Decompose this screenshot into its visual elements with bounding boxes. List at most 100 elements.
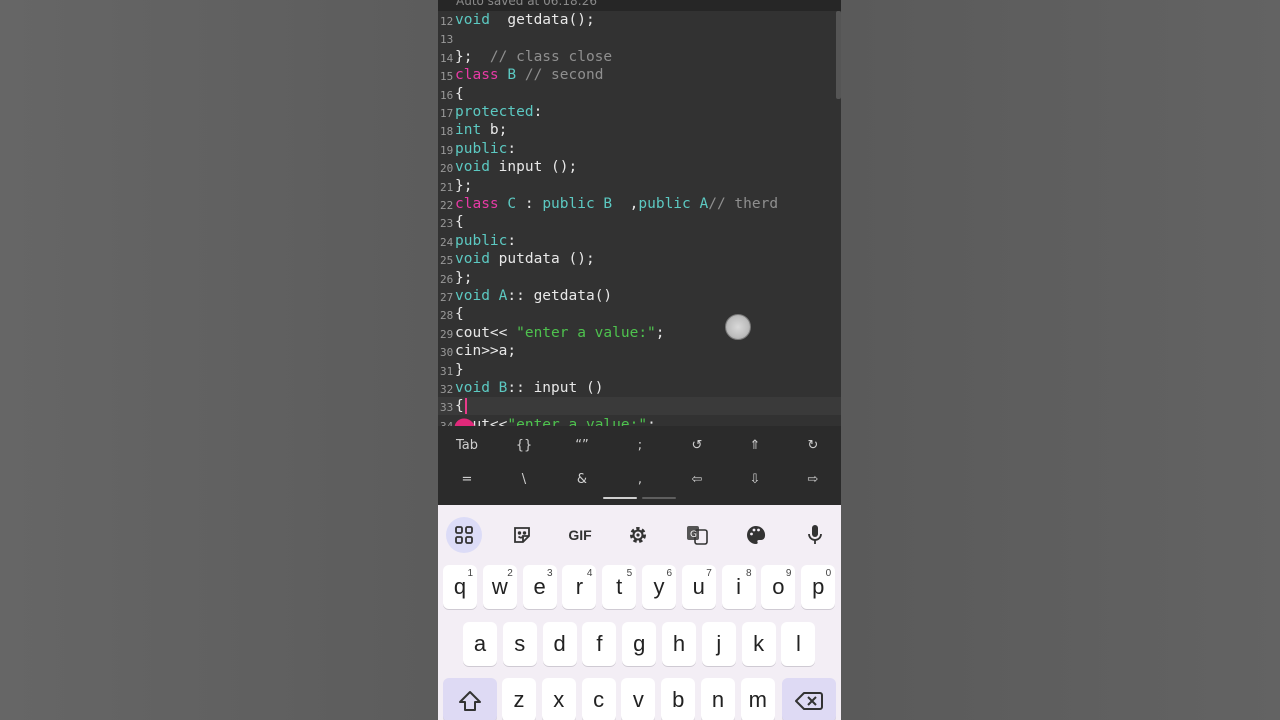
key-y[interactable]: y6 [642, 565, 676, 609]
symbol-key[interactable]: \ [495, 465, 553, 495]
code-line-22[interactable]: 22 class C : public B ,public A// therd [438, 195, 841, 213]
code-line-28[interactable]: 28{ [438, 305, 841, 323]
code-line-12[interactable]: 12 void getdata(); [438, 11, 841, 29]
shift-key[interactable] [443, 678, 497, 720]
code-line-14[interactable]: 14}; // class close [438, 48, 841, 66]
key-c[interactable]: c [581, 678, 616, 720]
key-w[interactable]: w2 [482, 565, 517, 609]
code-line-26[interactable]: 26}; [438, 269, 841, 287]
svg-text:G: G [690, 530, 697, 540]
code-text: { [455, 85, 464, 102]
key-n[interactable]: n [701, 678, 735, 720]
code-line-20[interactable]: 20 void input (); [438, 158, 841, 176]
code-line-27[interactable]: 27 void A:: getdata() [438, 287, 841, 305]
code-text: { [455, 306, 464, 323]
code-text: protected: [455, 104, 543, 120]
code-text: class C : public B ,public A// therd [455, 196, 779, 212]
gif-icon[interactable]: GIF [562, 517, 598, 553]
key-z[interactable]: z [502, 678, 536, 720]
symbol-key[interactable]: , [611, 465, 669, 495]
code-text: public: [455, 232, 517, 249]
key-i[interactable]: i8 [721, 565, 756, 609]
code-line-21[interactable]: 21}; [438, 177, 841, 195]
code-line-18[interactable]: 18 int b; [438, 121, 841, 139]
code-text: int b; [455, 122, 508, 139]
key-e[interactable]: e3 [522, 565, 557, 609]
line-number: 33 [440, 401, 454, 415]
key-b[interactable]: b [661, 678, 696, 720]
code-line-24[interactable]: 24 public: [438, 232, 841, 250]
backspace-key[interactable] [782, 678, 836, 720]
code-text: public: [455, 140, 517, 157]
gear-icon[interactable] [620, 517, 656, 553]
line-number: 28 [440, 309, 454, 323]
code-text: cout<<"enter a value:"; [455, 416, 656, 426]
symbol-key[interactable]: ⇩ [726, 465, 784, 495]
key-g[interactable]: g [622, 622, 657, 666]
code-line-31[interactable]: 31} [438, 361, 841, 379]
key-l[interactable]: l [781, 622, 816, 666]
line-number: 14 [440, 51, 454, 65]
line-number: 24 [440, 235, 454, 249]
key-o[interactable]: o9 [761, 565, 796, 609]
microphone-icon[interactable] [797, 517, 833, 553]
key-a[interactable]: a [463, 622, 497, 666]
code-line-15[interactable]: 15 class B // second [438, 66, 841, 84]
key-f[interactable]: f [582, 622, 617, 666]
left-backdrop [0, 0, 438, 720]
code-line-17[interactable]: 17 protected: [438, 103, 841, 121]
symbol-key[interactable]: ; [611, 431, 669, 461]
symbol-key[interactable]: Tab [438, 431, 496, 461]
line-number: 15 [440, 70, 454, 84]
symbol-toolbar: Tab{} “”; ↺ ⇑ ↻ = \ &, ⇦ ⇩ ⇨ [438, 426, 841, 505]
symbol-key[interactable]: “” [553, 431, 611, 461]
key-v[interactable]: v [621, 678, 656, 720]
key-j[interactable]: j [701, 622, 736, 666]
key-x[interactable]: x [541, 678, 576, 720]
symbol-key[interactable]: ⇦ [668, 465, 726, 495]
code-text: }; [455, 177, 473, 194]
code-line-13[interactable]: 13 [438, 29, 841, 47]
soft-keyboard: GIF G q1w2e3r4t5y6u7i8o9p0 asdfghjkl zxcvb… [438, 505, 841, 720]
code-line-23[interactable]: 23{ [438, 213, 841, 231]
symbol-key[interactable]: ⇨ [784, 465, 841, 495]
key-k[interactable]: k [741, 622, 776, 666]
key-q[interactable]: q1 [443, 565, 477, 609]
code-line-16[interactable]: 16{ [438, 85, 841, 103]
code-text: class B // second [455, 67, 604, 84]
translate-icon[interactable]: G [679, 517, 715, 553]
code-editor[interactable]: 12 void getdata(); 13 14}; // class close 15… [438, 11, 841, 426]
key-m[interactable]: m [740, 678, 775, 720]
line-number: 31 [440, 364, 454, 378]
text-cursor [464, 398, 467, 415]
code-line-32[interactable]: 32 void B:: input () [438, 379, 841, 397]
symbol-key[interactable]: = [438, 465, 496, 495]
code-line-25[interactable]: 25 void putdata (); [438, 250, 841, 268]
code-text: void getdata(); [455, 12, 595, 28]
key-r[interactable]: r4 [562, 565, 597, 609]
code-line-19[interactable]: 19 public: [438, 140, 841, 158]
code-line-30[interactable]: 30 cin>>a; [438, 342, 841, 360]
sticker-icon[interactable] [504, 517, 540, 553]
symbol-key[interactable]: ↺ [668, 431, 726, 461]
code-text: void input (); [455, 159, 578, 176]
key-p[interactable]: p0 [801, 565, 836, 609]
code-line-34[interactable]: 34cout<<"enter a value:"; [438, 416, 841, 426]
symbol-key[interactable]: ↻ [784, 431, 841, 461]
symbol-key[interactable]: & [553, 465, 611, 495]
code-text: }; // class close [455, 48, 613, 65]
key-d[interactable]: d [542, 622, 577, 666]
key-u[interactable]: u7 [681, 565, 716, 609]
key-h[interactable]: h [662, 622, 696, 666]
symbol-key[interactable]: ⇑ [726, 431, 784, 461]
line-number: 19 [440, 143, 454, 157]
key-t[interactable]: t5 [602, 565, 637, 609]
code-line-29[interactable]: 29 cout<< "enter a value:"; [438, 324, 841, 342]
line-number: 29 [440, 327, 454, 341]
code-line-33[interactable]: 33{ [438, 397, 841, 416]
apps-grid-icon[interactable] [446, 517, 482, 553]
palette-icon[interactable] [738, 517, 774, 553]
line-number: 23 [440, 217, 454, 231]
key-s[interactable]: s [502, 622, 537, 666]
symbol-key[interactable]: {} [495, 431, 553, 461]
